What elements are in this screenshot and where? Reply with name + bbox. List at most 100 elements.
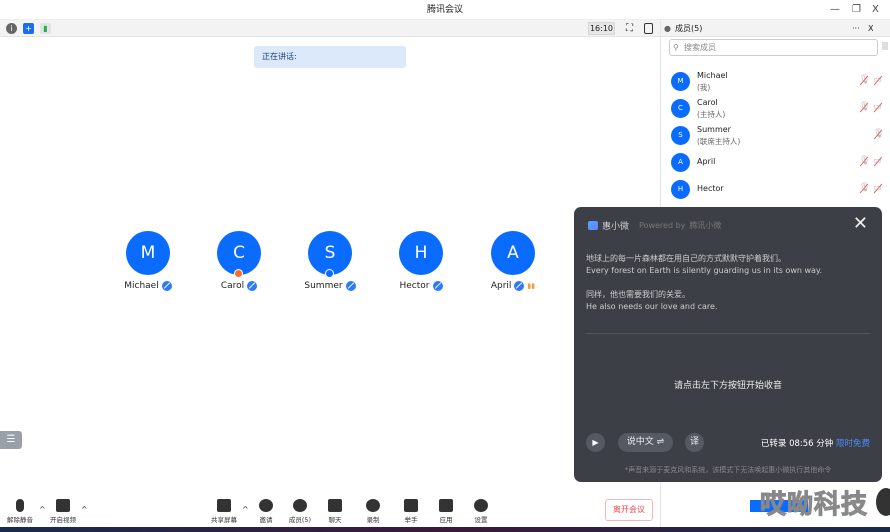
cohost-badge-icon bbox=[325, 269, 334, 278]
invite-icon bbox=[259, 499, 273, 512]
close-icon[interactable]: ✕ bbox=[853, 213, 868, 234]
camera-off-icon[interactable]: ▭ bbox=[873, 183, 882, 193]
chat-button[interactable]: 聊天 bbox=[315, 499, 355, 524]
mic-off-icon[interactable]: 🎙 bbox=[859, 156, 870, 166]
camera-off-icon bbox=[56, 499, 70, 512]
avatar: C bbox=[671, 99, 690, 118]
gear-icon bbox=[474, 499, 488, 512]
unmute-button[interactable]: 解除静音 bbox=[0, 499, 40, 524]
share-screen-button[interactable]: 共享屏幕 bbox=[204, 499, 244, 524]
assistant-logo-icon bbox=[588, 221, 598, 230]
mic-muted-icon bbox=[514, 281, 525, 291]
record-button[interactable]: 录制 bbox=[353, 499, 393, 524]
avatar: A bbox=[491, 231, 535, 275]
member-role: (我) bbox=[697, 83, 711, 92]
participant-tile[interactable]: A April ▮▮ bbox=[478, 231, 548, 291]
avatar: M bbox=[126, 231, 170, 275]
mic-off-icon[interactable]: 🎙 bbox=[859, 75, 870, 85]
share-screen-icon bbox=[217, 499, 231, 512]
free-label[interactable]: 限时免费 bbox=[836, 439, 870, 449]
mic-off-icon[interactable]: 🎙 bbox=[873, 129, 884, 139]
member-search-input[interactable]: ⚲ 搜索成员 bbox=[669, 39, 878, 56]
participant-name: Carol bbox=[220, 281, 245, 291]
source-note: *声音来源于麦克风和系统，该模式下无法唤起惠小微执行其他命令 bbox=[624, 466, 832, 474]
avatar: M bbox=[671, 72, 690, 91]
audio-level-icon: ▮▮ bbox=[527, 282, 536, 290]
member-name: Summer bbox=[697, 125, 731, 134]
member-item[interactable]: H Hector 🎙 ▭ bbox=[671, 178, 882, 205]
mic-muted-icon bbox=[161, 281, 172, 291]
desktop-strip bbox=[0, 527, 890, 532]
participant-tile[interactable]: M Michael bbox=[113, 231, 183, 291]
start-video-button[interactable]: 开启视频 bbox=[43, 499, 83, 524]
avatar: C bbox=[217, 231, 261, 278]
hand-icon bbox=[404, 499, 418, 512]
video-options-caret[interactable]: ^ bbox=[81, 505, 88, 514]
record-icon bbox=[366, 499, 380, 512]
host-badge-icon bbox=[234, 269, 243, 278]
avatar: A bbox=[671, 153, 690, 172]
mic-muted-icon bbox=[345, 281, 356, 291]
meeting-toolbar: 解除静音 ^ 开启视频 ^ 共享屏幕 ^ 邀请 成员(5) 聊天 录制 举手 应… bbox=[0, 497, 660, 527]
language-toggle-button[interactable]: 说中文 ⇌ bbox=[618, 433, 673, 452]
participant-name: Michael bbox=[124, 281, 159, 291]
camera-off-icon[interactable]: ▭ bbox=[873, 156, 882, 166]
fullscreen-icon[interactable]: ⛶ bbox=[624, 23, 635, 34]
mic-off-icon[interactable]: 🎙 bbox=[859, 183, 870, 193]
member-item[interactable]: A April 🎙 ▭ bbox=[671, 151, 882, 178]
more-button[interactable]: ··· bbox=[852, 20, 860, 37]
participant-name: Summer bbox=[304, 281, 343, 291]
scrollbar[interactable] bbox=[882, 42, 888, 50]
avatar: H bbox=[671, 180, 690, 199]
layout-icon[interactable] bbox=[644, 23, 653, 34]
shield-icon[interactable]: + bbox=[23, 23, 34, 34]
participant-tile[interactable]: H Hector bbox=[386, 231, 456, 291]
play-button[interactable]: ▶ bbox=[586, 433, 605, 452]
chat-icon bbox=[328, 499, 342, 512]
avatar: H bbox=[399, 231, 443, 275]
participant-tile[interactable]: C Carol bbox=[204, 231, 274, 291]
panel-close-button[interactable]: X bbox=[868, 20, 873, 37]
member-name: Hector bbox=[697, 184, 724, 193]
member-role: (联席主持人) bbox=[697, 137, 741, 146]
window-title: 腾讯会议 bbox=[426, 5, 463, 15]
speaking-indicator: 正在讲话: bbox=[254, 46, 406, 68]
member-name: Michael bbox=[697, 71, 728, 80]
member-item[interactable]: S Summer (联席主持人) 🎙 bbox=[671, 124, 884, 151]
minimize-button[interactable]: — bbox=[830, 0, 840, 20]
apps-icon bbox=[439, 499, 453, 512]
info-icon[interactable]: i bbox=[6, 23, 17, 34]
member-role: (主持人) bbox=[697, 110, 726, 119]
assistant-header: 惠小微 Powered by 腾讯小微 bbox=[588, 219, 721, 232]
person-icon: ● bbox=[664, 24, 671, 33]
mic-off-icon[interactable]: 🎙 bbox=[859, 102, 870, 112]
floating-assistant-button[interactable] bbox=[876, 488, 890, 516]
members-button[interactable]: 成员(5) bbox=[280, 499, 320, 524]
close-button[interactable]: X bbox=[872, 0, 879, 20]
mic-muted-icon bbox=[247, 281, 258, 291]
watermark: 哎呦科技 bbox=[759, 490, 869, 521]
aspect-ratio-button[interactable]: 16:10 bbox=[588, 22, 615, 35]
settings-button[interactable]: 设置 bbox=[461, 499, 501, 524]
avatar: S bbox=[671, 126, 690, 145]
camera-off-icon[interactable]: ▭ bbox=[873, 75, 882, 85]
camera-off-icon[interactable]: ▭ bbox=[873, 102, 882, 112]
transcription-status: 已转录 08:56 分钟 限时免费 bbox=[760, 439, 870, 449]
leave-meeting-button[interactable]: 离开会议 bbox=[605, 499, 653, 521]
apps-button[interactable]: 应用 bbox=[426, 499, 466, 524]
participant-tile[interactable]: S Summer bbox=[295, 231, 365, 291]
transcription-panel: 惠小微 Powered by 腾讯小微 ✕ 地球上的每一片森林都在用自己的方式默… bbox=[574, 207, 882, 482]
search-icon: ⚲ bbox=[673, 43, 679, 52]
raise-hand-button[interactable]: 举手 bbox=[391, 499, 431, 524]
restore-button[interactable]: ❐ bbox=[852, 0, 861, 20]
avatar: S bbox=[308, 231, 352, 278]
member-name: April bbox=[697, 157, 716, 166]
title-bar: 腾讯会议 — ❐ X bbox=[0, 0, 890, 20]
mic-muted-icon bbox=[432, 281, 443, 291]
translate-button[interactable]: 译 bbox=[685, 433, 704, 452]
signal-icon[interactable]: ▮ bbox=[40, 23, 51, 34]
list-toggle-button[interactable]: ☰ bbox=[0, 431, 22, 449]
member-name: Carol bbox=[697, 98, 718, 107]
member-item[interactable]: C Carol (主持人) 🎙 ▭ bbox=[671, 97, 882, 124]
member-item[interactable]: M Michael (我) 🎙 ▭ bbox=[671, 70, 882, 97]
